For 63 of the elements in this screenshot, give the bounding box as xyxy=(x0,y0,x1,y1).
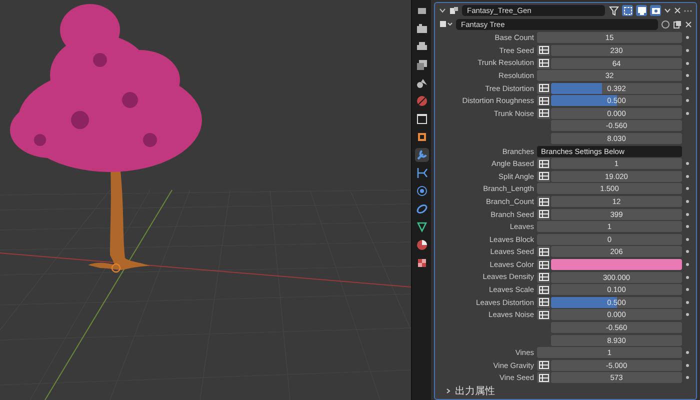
keyframe-dot-icon[interactable] xyxy=(686,48,688,52)
node-icon xyxy=(449,6,459,16)
attribute-toggle-icon[interactable] xyxy=(537,58,550,69)
keyframe-dot-icon[interactable] xyxy=(686,162,688,166)
section-title[interactable]: 出力属性 xyxy=(455,384,495,399)
attribute-toggle-icon[interactable] xyxy=(537,208,550,220)
wrench-icon[interactable] xyxy=(414,148,428,162)
keyframe-dot-icon[interactable] xyxy=(686,250,688,254)
keyframe-dot-icon[interactable] xyxy=(686,212,688,216)
vertices-icon[interactable] xyxy=(414,220,428,234)
keyframe-dot-icon[interactable] xyxy=(686,187,688,190)
particles-icon[interactable] xyxy=(414,166,428,180)
drag-handle-icon[interactable] xyxy=(684,8,692,13)
attribute-toggle-icon[interactable] xyxy=(537,82,550,94)
dropdown-caret-icon[interactable] xyxy=(664,7,671,14)
attribute-toggle-icon[interactable] xyxy=(537,372,550,384)
node-tree-icon[interactable] xyxy=(439,19,453,30)
funnel-icon[interactable] xyxy=(608,5,619,16)
attribute-toggle-icon[interactable] xyxy=(537,309,550,320)
monitor-icon[interactable] xyxy=(636,5,647,16)
link-icon[interactable] xyxy=(414,202,428,216)
attribute-toggle-icon[interactable] xyxy=(537,95,550,106)
keyframe-dot-icon[interactable] xyxy=(686,200,688,204)
close-icon[interactable] xyxy=(685,20,692,28)
orbit-icon[interactable] xyxy=(414,184,428,198)
keyframe-dot-icon[interactable] xyxy=(686,62,688,65)
keyframe-dot-icon[interactable] xyxy=(686,238,688,241)
caret-icon[interactable] xyxy=(439,7,446,14)
caret-icon[interactable] xyxy=(445,388,451,394)
attribute-toggle-icon[interactable] xyxy=(537,170,550,182)
attribute-toggle-icon[interactable] xyxy=(537,360,550,371)
color-swatch[interactable] xyxy=(551,259,682,270)
keyframe-dot-icon[interactable] xyxy=(686,174,688,178)
box-icon[interactable] xyxy=(414,112,428,126)
keyframe-dot-icon[interactable] xyxy=(686,86,688,90)
attribute-toggle-icon[interactable] xyxy=(537,272,550,283)
edit-mode-icon[interactable] xyxy=(622,5,633,16)
keyframe-dot-icon[interactable] xyxy=(686,36,688,40)
keyframe-dot-icon[interactable] xyxy=(686,376,688,380)
keyframe-dot-icon[interactable] xyxy=(686,313,688,316)
keyframe-dot-icon[interactable] xyxy=(686,351,688,354)
copy-icon[interactable] xyxy=(673,20,682,29)
attribute-toggle-icon[interactable] xyxy=(537,196,550,208)
attribute-toggle-icon[interactable] xyxy=(537,246,550,258)
attribute-toggle-icon[interactable] xyxy=(537,259,550,270)
keyframe-dot-icon[interactable] xyxy=(686,364,688,367)
image-stack-icon[interactable] xyxy=(414,58,428,72)
attribute-toggle-icon[interactable] xyxy=(537,108,550,119)
keyframe-dot-icon[interactable] xyxy=(686,225,688,228)
object-origin-icon xyxy=(111,263,121,273)
keyframe-dot-icon[interactable] xyxy=(686,276,688,279)
keyframe-dot-icon[interactable] xyxy=(686,263,688,266)
keyframe-dot-icon[interactable] xyxy=(686,99,688,102)
close-icon[interactable] xyxy=(674,7,681,14)
attribute-toggle-icon[interactable] xyxy=(537,284,550,296)
attribute-toggle-icon[interactable] xyxy=(537,296,550,308)
keyframe-dot-icon[interactable] xyxy=(686,288,688,292)
keyframe-dot-icon[interactable] xyxy=(686,300,688,304)
sphere-icon[interactable] xyxy=(414,238,428,252)
attribute-toggle-icon[interactable] xyxy=(537,158,550,170)
attribute-toggle-icon[interactable] xyxy=(537,44,550,56)
keyframe-dot-icon[interactable] xyxy=(686,74,688,78)
keyframe-dot-icon[interactable] xyxy=(686,112,688,115)
